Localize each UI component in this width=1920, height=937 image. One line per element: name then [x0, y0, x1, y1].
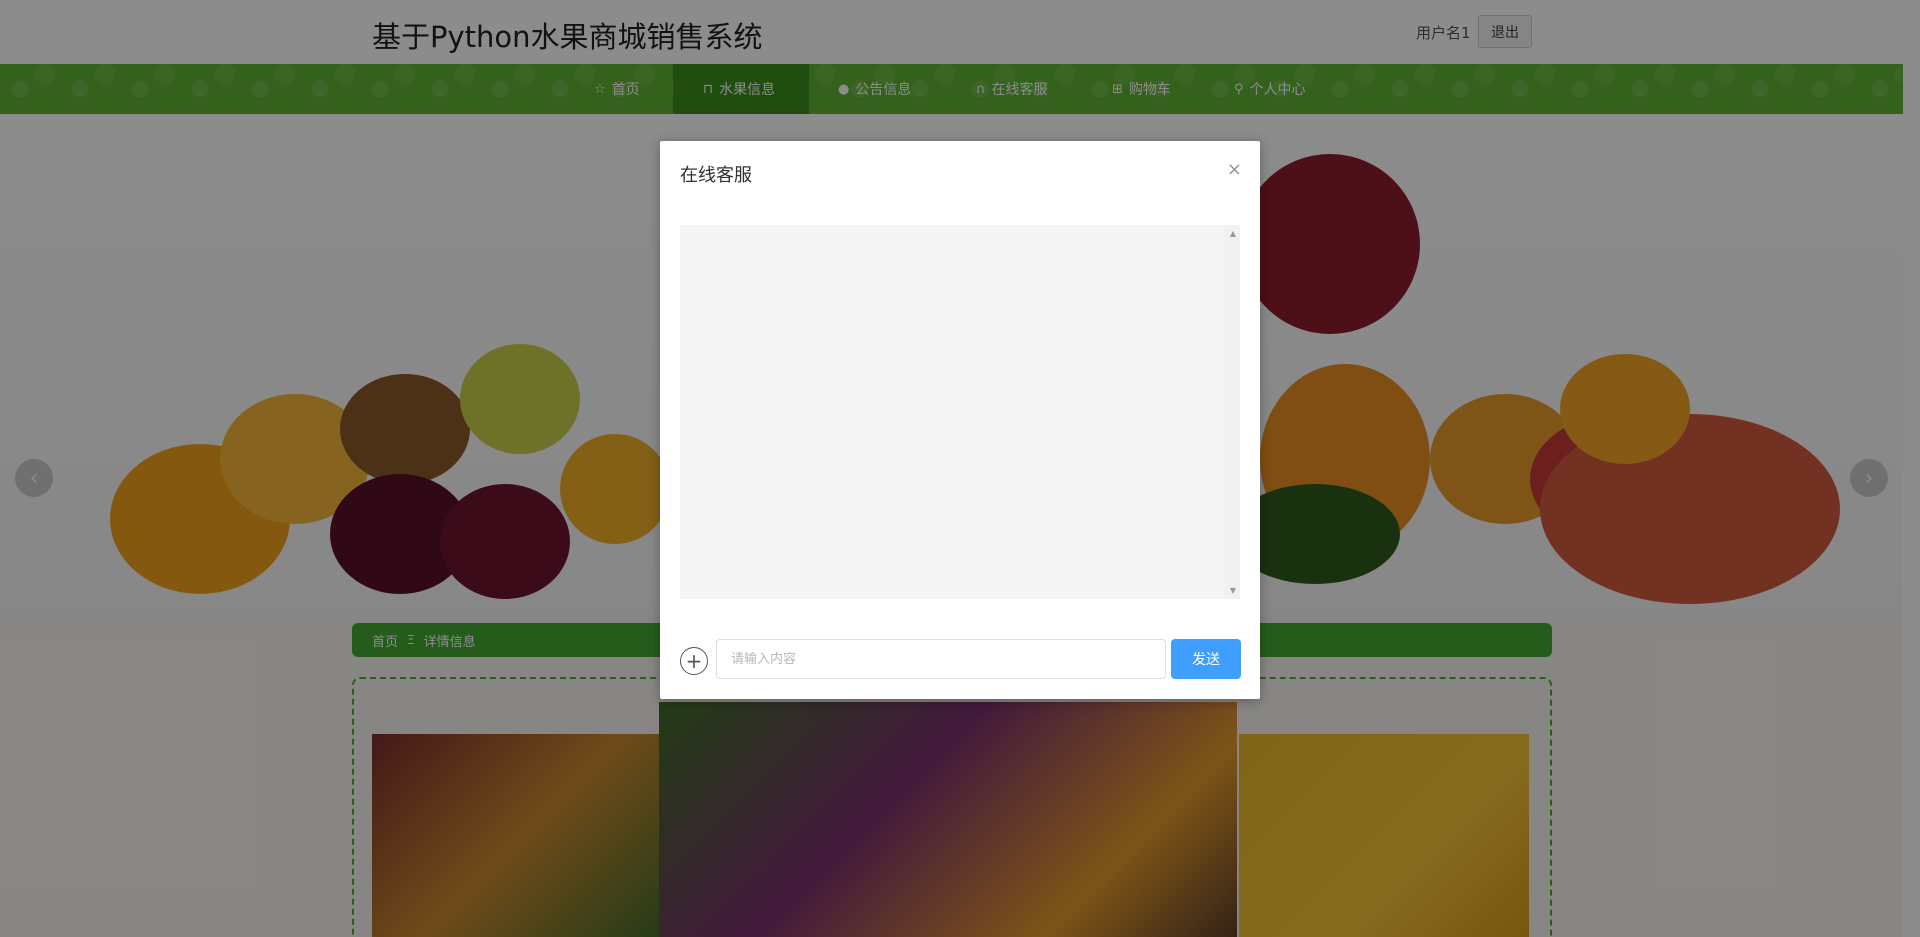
message-input[interactable]	[716, 639, 1166, 679]
close-icon[interactable]: ×	[1227, 159, 1242, 180]
chat-message-area[interactable]: ▲ ▼	[680, 225, 1240, 599]
scroll-down-icon[interactable]: ▼	[1230, 586, 1236, 595]
send-button[interactable]: 发送	[1171, 639, 1241, 679]
online-service-dialog: 在线客服 × ▲ ▼ + 发送	[660, 141, 1260, 699]
chat-scrollbar[interactable]: ▲ ▼	[1224, 225, 1240, 599]
scroll-up-icon[interactable]: ▲	[1230, 229, 1236, 238]
dialog-title: 在线客服	[680, 165, 752, 186]
add-attachment-icon[interactable]: +	[680, 647, 708, 675]
